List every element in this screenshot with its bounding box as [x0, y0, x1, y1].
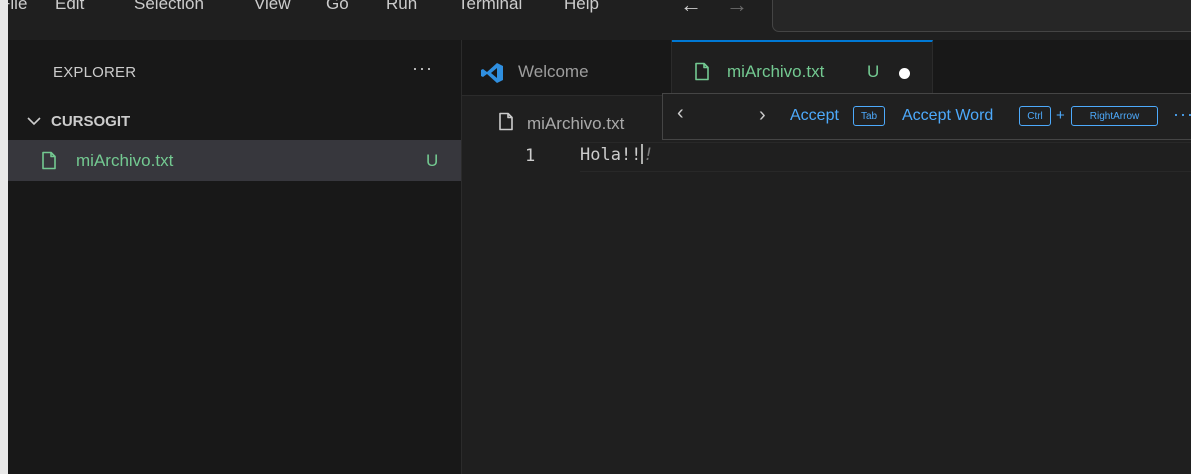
- file-name: miArchivo.txt: [76, 151, 174, 170]
- menu-terminal[interactable]: Terminal: [458, 0, 522, 14]
- menu-selection[interactable]: Selection: [134, 0, 204, 14]
- key-plus: +: [1056, 107, 1065, 124]
- tab-bar: Welcome miArchivo.txt U: [462, 40, 1191, 98]
- editor-area[interactable]: miArchivo.txt 1 Hola!!!: [462, 96, 1191, 474]
- accept-button[interactable]: Accept: [790, 107, 839, 125]
- chevron-down-icon: [26, 108, 42, 141]
- vscode-logo-icon: [480, 62, 504, 89]
- explorer-sidebar: EXPLORER ··· CURSOGIT miArchivo.txt U: [8, 40, 462, 474]
- file-icon: [498, 112, 514, 136]
- tab-miarchivo[interactable]: miArchivo.txt U: [672, 40, 933, 98]
- menu-bar: File Edit Selection View Go Run Terminal…: [8, 0, 1191, 40]
- file-icon: [41, 151, 57, 175]
- menu-run[interactable]: Run: [386, 0, 417, 14]
- git-status-badge: U: [426, 151, 439, 170]
- accept-word-button[interactable]: Accept Word: [902, 107, 993, 125]
- inline-suggestion-toolbar: ‹ › Accept Tab Accept Word Ctrl + RightA…: [662, 93, 1191, 140]
- tab-key-badge: Tab: [853, 106, 885, 126]
- file-tree-item[interactable]: miArchivo.txt U: [8, 140, 461, 181]
- ctrl-key-badge: Ctrl: [1019, 106, 1051, 126]
- menu-view[interactable]: View: [254, 0, 291, 14]
- explorer-more-button[interactable]: ···: [412, 58, 433, 79]
- line-number: 1: [525, 146, 536, 166]
- more-actions-button[interactable]: ···: [1173, 104, 1191, 125]
- command-center[interactable]: [772, 0, 1191, 32]
- forward-arrow-icon[interactable]: →: [726, 0, 748, 18]
- menu-edit[interactable]: Edit: [55, 0, 84, 14]
- ghost-suggestion: !: [643, 145, 654, 165]
- folder-name: CURSOGIT: [51, 113, 131, 130]
- explorer-title: EXPLORER: [53, 64, 137, 81]
- window-edge: [0, 0, 8, 474]
- tab-welcome[interactable]: Welcome: [462, 40, 672, 95]
- back-arrow-icon[interactable]: ←: [680, 0, 702, 18]
- file-icon: [694, 62, 710, 86]
- chevron-left-icon[interactable]: ‹: [677, 102, 684, 125]
- chevron-right-icon[interactable]: ›: [759, 104, 766, 127]
- folder-row[interactable]: CURSOGIT: [8, 108, 461, 136]
- git-status-badge: U: [867, 62, 880, 81]
- menu-go[interactable]: Go: [326, 0, 349, 14]
- unsaved-dot-icon[interactable]: [899, 68, 910, 79]
- menu-help[interactable]: Help: [564, 0, 599, 14]
- code-line[interactable]: Hola!!!: [580, 144, 654, 165]
- menu-file[interactable]: File: [8, 0, 27, 14]
- breadcrumb-file[interactable]: miArchivo.txt: [527, 114, 624, 134]
- code-text: Hola!!: [580, 145, 642, 165]
- tab-file-label: miArchivo.txt: [727, 62, 825, 81]
- rightarrow-key-badge: RightArrow: [1071, 106, 1158, 126]
- tab-welcome-label: Welcome: [518, 62, 589, 81]
- current-line-highlight: [580, 142, 1191, 172]
